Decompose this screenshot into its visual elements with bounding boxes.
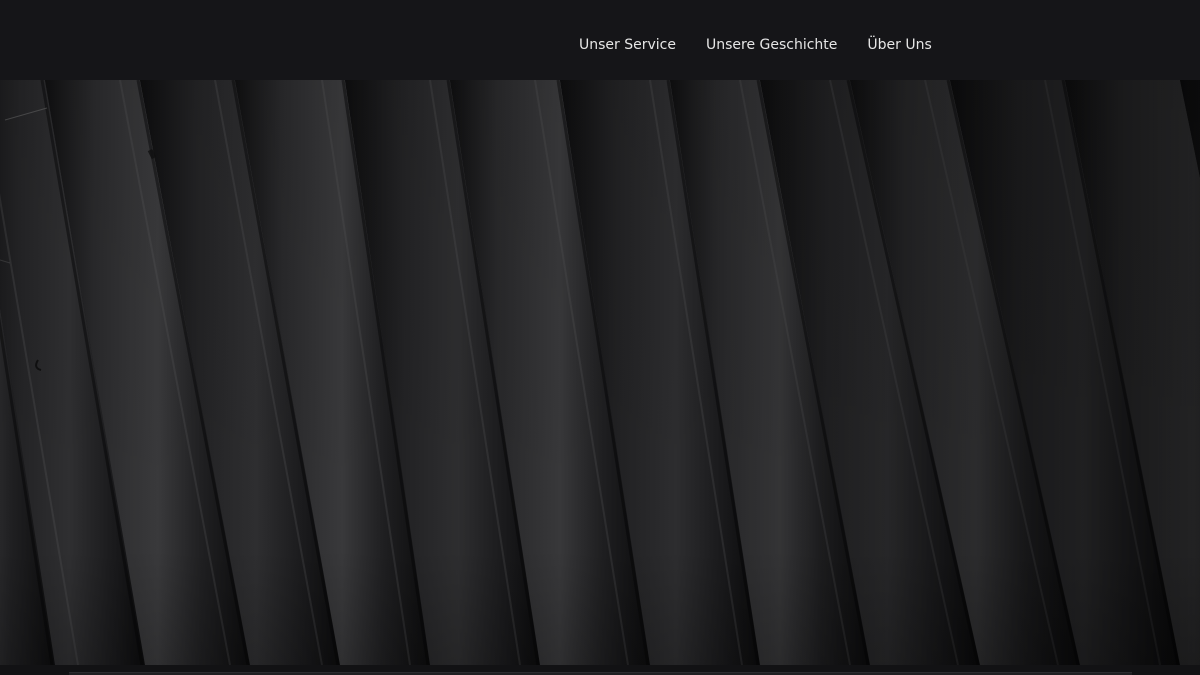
nav-link-ueber-uns[interactable]: Über Uns <box>867 36 931 54</box>
bottom-content-edge <box>0 665 1200 675</box>
nav-link-unser-service[interactable]: Unser Service <box>579 36 676 54</box>
hero-background <box>0 80 1200 665</box>
nav-link-unsere-geschichte[interactable]: Unsere Geschichte <box>706 36 837 54</box>
main-navigation: Unser Service Unsere Geschichte Über Uns <box>579 36 932 54</box>
corrugated-metal-texture-image <box>0 80 1200 665</box>
site-header: Unser Service Unsere Geschichte Über Uns <box>0 0 1200 80</box>
